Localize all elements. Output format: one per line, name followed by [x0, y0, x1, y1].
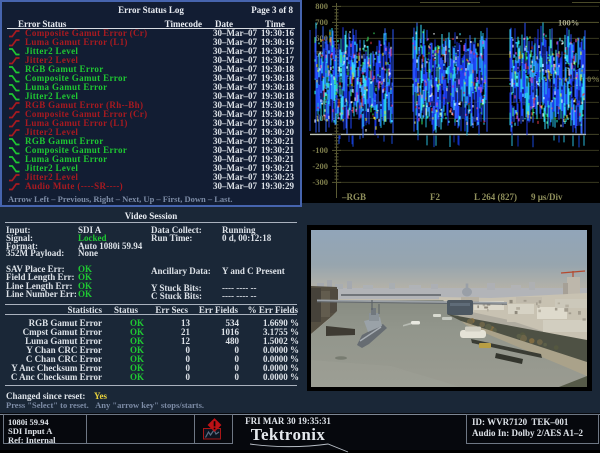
- svg-text:F2: F2: [430, 192, 440, 202]
- svg-text:100%: 100%: [558, 18, 579, 28]
- svg-text:-300: -300: [312, 177, 328, 187]
- svg-text:800: 800: [315, 1, 328, 11]
- svg-text:-200: -200: [312, 161, 328, 171]
- svg-text:L 264 (827): L 264 (827): [474, 192, 517, 202]
- svg-text:9 µs/Div: 9 µs/Div: [531, 192, 563, 202]
- svg-text:-100: -100: [312, 145, 328, 155]
- svg-text:–RGB: –RGB: [341, 192, 366, 202]
- svg-text:700: 700: [315, 17, 328, 27]
- svg-text:0%: 0%: [587, 74, 600, 84]
